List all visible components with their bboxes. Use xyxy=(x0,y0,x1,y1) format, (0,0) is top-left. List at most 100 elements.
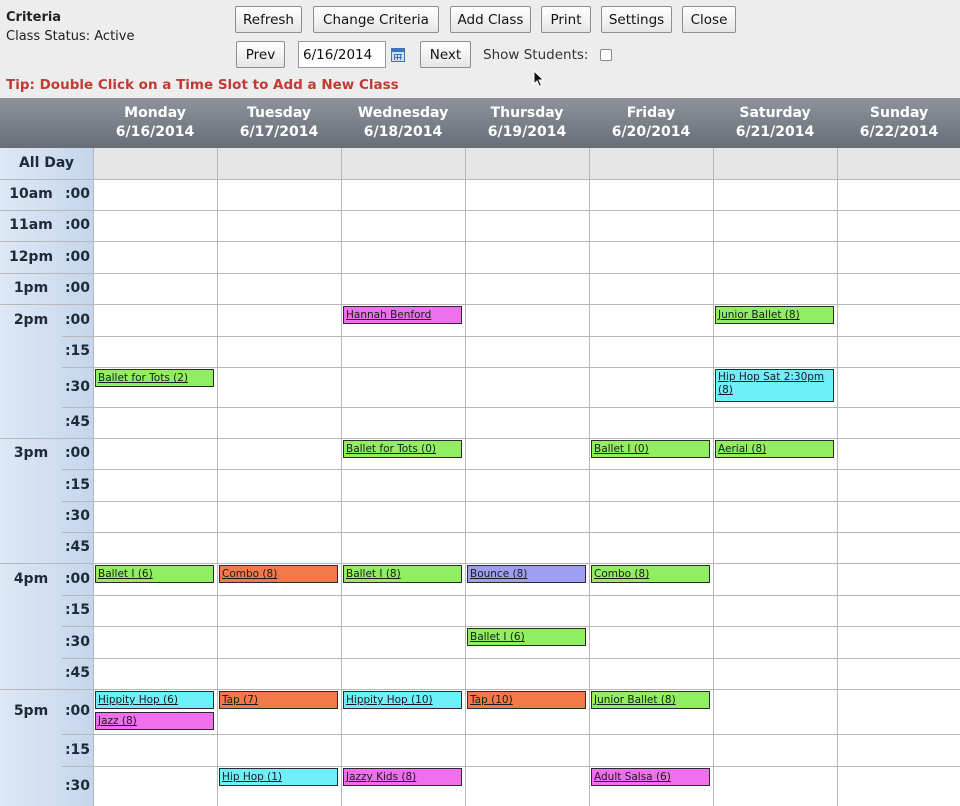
print-button[interactable]: Print xyxy=(541,6,591,33)
minute-label: :45 xyxy=(64,414,91,430)
column-divider xyxy=(93,148,94,806)
close-button[interactable]: Close xyxy=(682,6,736,33)
class-event[interactable]: Combo (8) xyxy=(591,565,710,583)
grid-line xyxy=(62,469,960,470)
class-event[interactable]: Combo (8) xyxy=(219,565,338,583)
day-header-monday: Monday 6/16/2014 xyxy=(93,98,217,148)
grid-line xyxy=(62,407,960,408)
minute-label: :30 xyxy=(64,634,91,650)
hour-label: 11am xyxy=(9,217,53,233)
class-event[interactable]: Ballet I (0) xyxy=(591,440,710,458)
day-name: Wednesday xyxy=(357,105,449,121)
minute-label: :00 xyxy=(64,186,91,202)
hour-label: 3pm xyxy=(13,445,49,461)
prev-button[interactable]: Prev xyxy=(236,41,285,68)
hour-label: 5pm xyxy=(13,703,49,719)
hour-label: 10am xyxy=(9,186,53,202)
class-event[interactable]: Junior Ballet (8) xyxy=(591,691,710,709)
day-name: Thursday xyxy=(490,105,564,121)
date-input[interactable] xyxy=(298,41,386,68)
class-event[interactable]: Ballet I (6) xyxy=(467,628,586,646)
show-students-label: Show Students: xyxy=(483,47,589,63)
minute-label: :00 xyxy=(64,249,91,265)
grid-line xyxy=(0,241,960,242)
day-header-wednesday: Wednesday 6/18/2014 xyxy=(341,98,465,148)
day-header-row: Monday 6/16/2014 Tuesday 6/17/2014 Wednesday… xyxy=(0,98,960,148)
grid-line xyxy=(62,336,960,337)
grid-line xyxy=(62,595,960,596)
class-event[interactable]: Bounce (8) xyxy=(467,565,586,583)
hour-label: 12pm xyxy=(8,249,54,265)
grid-line xyxy=(0,563,960,564)
minute-label: :15 xyxy=(64,343,91,359)
day-header-tuesday: Tuesday 6/17/2014 xyxy=(217,98,341,148)
grid-line xyxy=(0,179,960,180)
class-event[interactable]: Hippity Hop (6) xyxy=(95,691,214,709)
column-divider xyxy=(217,148,218,806)
hour-label: 4pm xyxy=(13,571,49,587)
day-name: Sunday xyxy=(869,105,929,121)
day-header-thursday: Thursday 6/19/2014 xyxy=(465,98,589,148)
day-date: 6/19/2014 xyxy=(487,124,567,140)
settings-button[interactable]: Settings xyxy=(601,6,672,33)
class-event[interactable]: Hannah Benford xyxy=(343,306,462,324)
show-students-checkbox[interactable] xyxy=(600,49,612,61)
class-event[interactable]: Adult Salsa (6) xyxy=(591,768,710,786)
grid-line xyxy=(62,658,960,659)
mouse-cursor-icon xyxy=(533,70,545,88)
criteria-title: Criteria xyxy=(6,10,62,25)
column-divider xyxy=(341,148,342,806)
day-date: 6/20/2014 xyxy=(611,124,691,140)
grid-line xyxy=(62,532,960,533)
tip-text: Tip: Double Click on a Time Slot to Add … xyxy=(6,77,399,93)
day-date: 6/22/2014 xyxy=(859,124,939,140)
column-divider xyxy=(713,148,714,806)
next-button[interactable]: Next xyxy=(420,41,471,68)
add-class-button[interactable]: Add Class xyxy=(450,6,531,33)
hour-label: 1pm xyxy=(13,280,49,296)
minute-label: :30 xyxy=(64,508,91,524)
minute-label: :30 xyxy=(64,778,91,794)
calendar-icon[interactable] xyxy=(391,48,405,62)
class-event[interactable]: Ballet for Tots (0) xyxy=(343,440,462,458)
class-event[interactable]: Junior Ballet (8) xyxy=(715,306,834,324)
grid-line xyxy=(0,438,960,439)
day-header-sunday: Sunday 6/22/2014 xyxy=(837,98,960,148)
grid-line xyxy=(0,689,960,690)
day-name: Saturday xyxy=(739,105,811,121)
all-day-label: All Day xyxy=(18,155,75,171)
column-divider xyxy=(837,148,838,806)
day-header-friday: Friday 6/20/2014 xyxy=(589,98,713,148)
schedule-grid[interactable]: All Day 10am:00 11am:00 12pm:00 1pm:00 2pm:0… xyxy=(0,148,960,806)
minute-label: :00 xyxy=(64,571,91,587)
all-day-row[interactable] xyxy=(93,148,960,179)
minute-label: :00 xyxy=(64,217,91,233)
minute-label: :15 xyxy=(64,602,91,618)
day-name: Tuesday xyxy=(247,105,311,121)
minute-label: :15 xyxy=(64,742,91,758)
grid-line xyxy=(0,304,960,305)
class-event[interactable]: Aerial (8) xyxy=(715,440,834,458)
grid-line xyxy=(0,273,960,274)
day-date: 6/16/2014 xyxy=(115,124,195,140)
class-event[interactable]: Hip Hop (1) xyxy=(219,768,338,786)
class-event[interactable]: Hip Hop Sat 2:30pm (8) xyxy=(715,369,834,402)
minute-label: :45 xyxy=(64,539,91,555)
refresh-button[interactable]: Refresh xyxy=(235,6,302,33)
grid-line xyxy=(62,766,960,767)
column-divider xyxy=(465,148,466,806)
minute-label: :15 xyxy=(64,477,91,493)
class-event[interactable]: Tap (10) xyxy=(467,691,586,709)
change-criteria-button[interactable]: Change Criteria xyxy=(313,6,439,33)
day-name: Monday xyxy=(124,105,186,121)
class-event[interactable]: Jazz (8) xyxy=(95,712,214,730)
class-event[interactable]: Ballet I (8) xyxy=(343,565,462,583)
day-date: 6/18/2014 xyxy=(363,124,443,140)
minute-label: :00 xyxy=(64,445,91,461)
class-event[interactable]: Jazzy Kids (8) xyxy=(343,768,462,786)
class-event[interactable]: Ballet for Tots (2) xyxy=(95,369,214,387)
class-event[interactable]: Tap (7) xyxy=(219,691,338,709)
grid-line xyxy=(0,210,960,211)
class-event[interactable]: Hippity Hop (10) xyxy=(343,691,462,709)
class-event[interactable]: Ballet I (6) xyxy=(95,565,214,583)
